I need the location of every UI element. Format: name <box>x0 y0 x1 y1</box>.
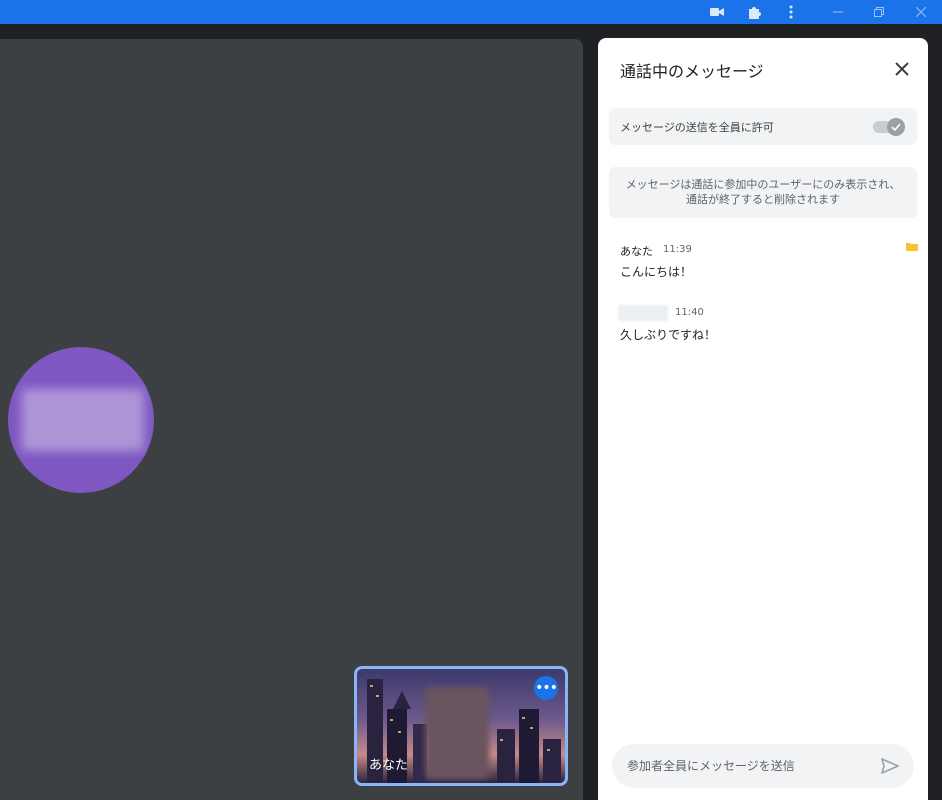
message-time: 11:39 <box>663 244 692 255</box>
close-window-icon[interactable] <box>913 4 929 20</box>
allow-messages-toggle[interactable] <box>871 118 907 136</box>
window-titlebar <box>0 0 942 24</box>
video-stage: ••• あなた <box>0 39 583 800</box>
blurred-face <box>425 687 489 779</box>
toggle-knob <box>887 118 905 136</box>
allow-messages-label: メッセージの送信を全員に許可 <box>620 121 774 134</box>
participant-avatar <box>8 347 154 493</box>
message-input[interactable] <box>612 744 872 788</box>
more-vert-icon[interactable] <box>783 4 799 20</box>
check-icon <box>891 123 901 131</box>
minimize-icon[interactable] <box>830 4 846 20</box>
camera-icon[interactable] <box>709 4 725 20</box>
message-text: こんにちは！ <box>620 265 693 279</box>
close-icon <box>895 62 909 76</box>
close-panel-button[interactable] <box>890 57 914 81</box>
message-sender: あなた <box>620 245 653 258</box>
message-text: 久しぶりですね！ <box>620 328 717 342</box>
info-line-2: 通話が終了すると削除されます <box>686 193 840 206</box>
extensions-icon[interactable] <box>746 4 762 20</box>
message-time: 11:40 <box>675 307 704 318</box>
send-button[interactable] <box>878 754 902 778</box>
folder-icon[interactable] <box>906 242 918 251</box>
chat-panel: 通話中のメッセージ メッセージの送信を全員に許可 メッセージは通話に参加中のユー… <box>598 38 928 800</box>
info-line-1: メッセージは通話に参加中のユーザーにのみ表示され、 <box>625 178 901 191</box>
panel-title: 通話中のメッセージ <box>620 62 764 81</box>
more-options-button[interactable]: ••• <box>534 676 558 700</box>
compose-box <box>612 744 914 788</box>
send-icon <box>881 758 899 774</box>
self-video-tile[interactable]: ••• あなた <box>354 666 568 786</box>
info-notice: メッセージは通話に参加中のユーザーにのみ表示され、 通話が終了すると削除されます <box>609 167 917 218</box>
self-label: あなた <box>369 758 409 773</box>
restore-icon[interactable] <box>871 4 887 20</box>
allow-messages-row: メッセージの送信を全員に許可 <box>609 108 917 145</box>
blurred-name-overlay <box>22 389 144 451</box>
blurred-sender-name <box>618 305 668 321</box>
